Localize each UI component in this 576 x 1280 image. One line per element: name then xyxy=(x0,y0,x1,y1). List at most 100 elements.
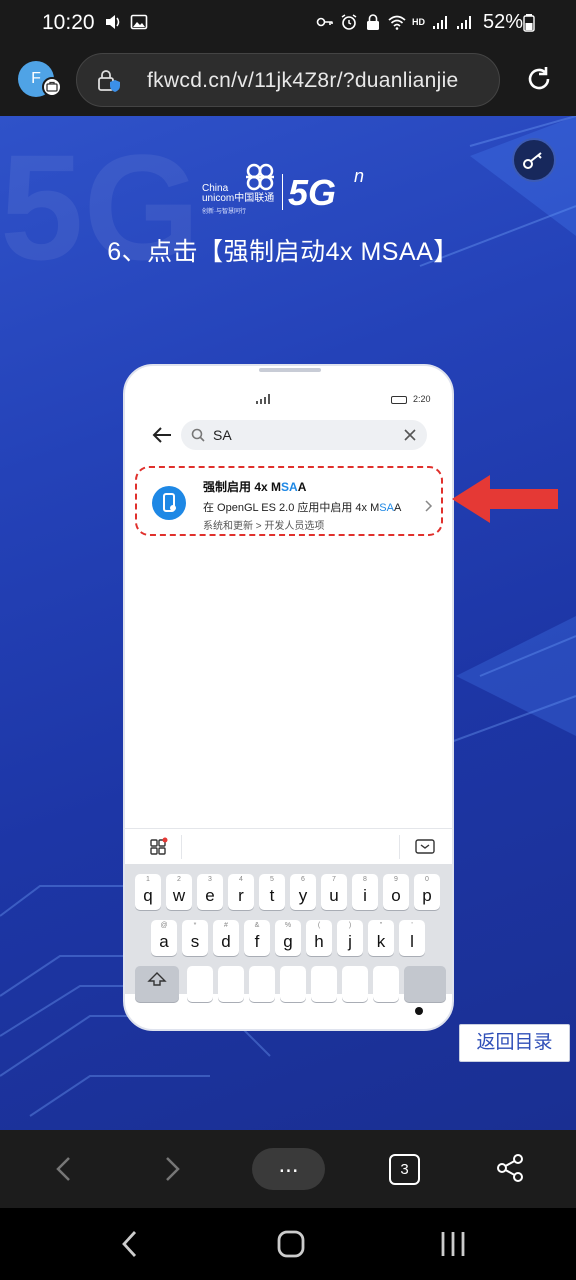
key-label: j xyxy=(348,932,352,951)
floating-key-button[interactable] xyxy=(512,138,556,182)
url-text: fkwcd.cn/v/11jk4Z8r/?duanlianjie xyxy=(147,69,459,92)
key-label: p xyxy=(422,886,432,905)
key-partial-5[interactable] xyxy=(311,966,337,1002)
key-partial-1[interactable] xyxy=(187,966,213,1002)
result-title: 强制启用 4x MSAA xyxy=(203,478,306,495)
phone-screenshot-mockup: 2:20 SA 强制启用 4x MSAA 在 OpenGL ES 2.0 应用中… xyxy=(123,364,454,1031)
key-secondary-label: ' xyxy=(411,922,413,929)
key-f[interactable]: & f xyxy=(244,920,270,956)
phone-battery-icon xyxy=(391,396,407,404)
volume-icon xyxy=(106,15,120,29)
key-icon xyxy=(316,17,333,27)
msaa-search-result[interactable]: 强制启用 4x MSAA 在 OpenGL ES 2.0 应用中启用 4x MS… xyxy=(135,466,443,536)
key-label: l xyxy=(410,932,414,951)
key-label: y xyxy=(298,886,308,905)
result-path: 系统和更新 > 开发人员选项 xyxy=(203,521,325,532)
more-menu-button[interactable]: ... xyxy=(252,1148,325,1190)
signal-icon xyxy=(433,16,447,29)
delete-key[interactable] xyxy=(404,966,446,1002)
key-l[interactable]: ' l xyxy=(399,920,425,956)
settings-search-bar[interactable]: SA xyxy=(181,420,427,450)
share-icon[interactable] xyxy=(496,1153,526,1183)
key-icon xyxy=(523,152,542,169)
key-label: w xyxy=(172,886,186,905)
forward-icon[interactable] xyxy=(162,1155,182,1183)
key-s[interactable]: * s xyxy=(182,920,208,956)
gallery-icon xyxy=(130,14,148,30)
key-partial-4[interactable] xyxy=(280,966,306,1002)
back-icon[interactable] xyxy=(54,1155,74,1183)
key-partial-7[interactable] xyxy=(373,966,399,1002)
key-q[interactable]: 1q xyxy=(135,874,161,910)
result-desc-post: A xyxy=(393,502,402,514)
key-g[interactable]: % g xyxy=(275,920,301,956)
key-secondary-label: 2 xyxy=(177,876,181,883)
keyboard-toolbar-divider-2 xyxy=(399,835,400,859)
result-desc-pre: 在 OpenGL ES 2.0 应用中启用 4x M xyxy=(203,502,380,514)
key-secondary-label: @ xyxy=(160,922,168,929)
key-label: t xyxy=(269,886,275,905)
back-arrow-icon[interactable] xyxy=(151,426,173,444)
reload-icon[interactable] xyxy=(524,64,554,94)
shift-icon xyxy=(147,972,167,986)
key-o[interactable]: 9o xyxy=(383,874,409,910)
key-r[interactable]: 4r xyxy=(228,874,254,910)
red-pointer-arrow-icon xyxy=(452,475,558,523)
key-a[interactable]: @ a xyxy=(151,920,177,956)
key-e[interactable]: 3e xyxy=(197,874,223,910)
keyboard-grid-icon[interactable] xyxy=(149,837,169,857)
url-field[interactable]: fkwcd.cn/v/11jk4Z8r/?duanlianjie xyxy=(76,53,500,107)
secure-lock-icon xyxy=(98,70,120,92)
result-title-post: A xyxy=(297,480,307,494)
key-partial-2[interactable] xyxy=(218,966,244,1002)
back-to-contents-button[interactable]: 返回目录 xyxy=(459,1024,570,1062)
key-secondary-label: 7 xyxy=(332,876,336,883)
system-back-icon[interactable] xyxy=(120,1229,140,1259)
key-secondary-label: " xyxy=(379,922,383,929)
home-icon[interactable] xyxy=(276,1229,306,1259)
browser-address-bar: F fkwcd.cn/v/11jk4Z8r/?duanlianjie xyxy=(0,44,576,116)
key-secondary-label: 5 xyxy=(270,876,274,883)
key-secondary-label: 3 xyxy=(208,876,212,883)
step-heading: 6、点击【强制启动4x MSAA】 xyxy=(107,238,459,266)
result-title-highlight: SA xyxy=(281,480,298,494)
hide-keyboard-icon[interactable] xyxy=(415,838,435,856)
key-secondary-label: 4 xyxy=(239,876,243,883)
key-partial-6[interactable] xyxy=(342,966,368,1002)
key-j[interactable]: ) j xyxy=(337,920,363,956)
key-t[interactable]: 5t xyxy=(259,874,285,910)
hd-badge: HD xyxy=(412,17,425,27)
key-secondary-label: * xyxy=(193,922,197,929)
key-y[interactable]: 6y xyxy=(290,874,316,910)
clear-icon[interactable] xyxy=(403,428,417,442)
result-title-pre: 强制启用 4x M xyxy=(203,480,282,494)
phone-notch xyxy=(259,368,321,372)
key-partial-3[interactable] xyxy=(249,966,275,1002)
key-u[interactable]: 7u xyxy=(321,874,347,910)
tabs-button[interactable]: 3 xyxy=(389,1154,420,1185)
key-label: i xyxy=(363,886,367,905)
key-label: r xyxy=(238,886,244,905)
phone-time: 2:20 xyxy=(413,394,431,404)
key-k[interactable]: " k xyxy=(368,920,394,956)
battery-icon xyxy=(523,14,535,32)
developer-options-icon xyxy=(152,486,186,520)
keyboard-toolbar xyxy=(125,828,452,864)
phone-camera-dot xyxy=(415,1007,423,1015)
key-p[interactable]: 0p xyxy=(414,874,440,910)
recents-icon[interactable] xyxy=(438,1229,468,1259)
key-label: f xyxy=(254,932,260,951)
shift-key[interactable] xyxy=(135,966,179,1002)
key-w[interactable]: 2w xyxy=(166,874,192,910)
result-description: 在 OpenGL ES 2.0 应用中启用 4x MSAA xyxy=(203,499,401,515)
logo-n-superscript: n xyxy=(354,166,365,186)
alarm-icon xyxy=(341,14,357,30)
web-content: 5G China unicom中国联通 创新·与智慧同行 5G n 6、点击【强… xyxy=(0,116,576,1130)
key-i[interactable]: 8i xyxy=(352,874,378,910)
key-secondary-label: # xyxy=(224,922,228,929)
key-h[interactable]: (h xyxy=(306,920,332,956)
logo-text: China unicom中国联通 xyxy=(202,184,274,204)
key-secondary-label: & xyxy=(254,922,260,929)
key-label: k xyxy=(376,932,386,951)
key-d[interactable]: # d xyxy=(213,920,239,956)
